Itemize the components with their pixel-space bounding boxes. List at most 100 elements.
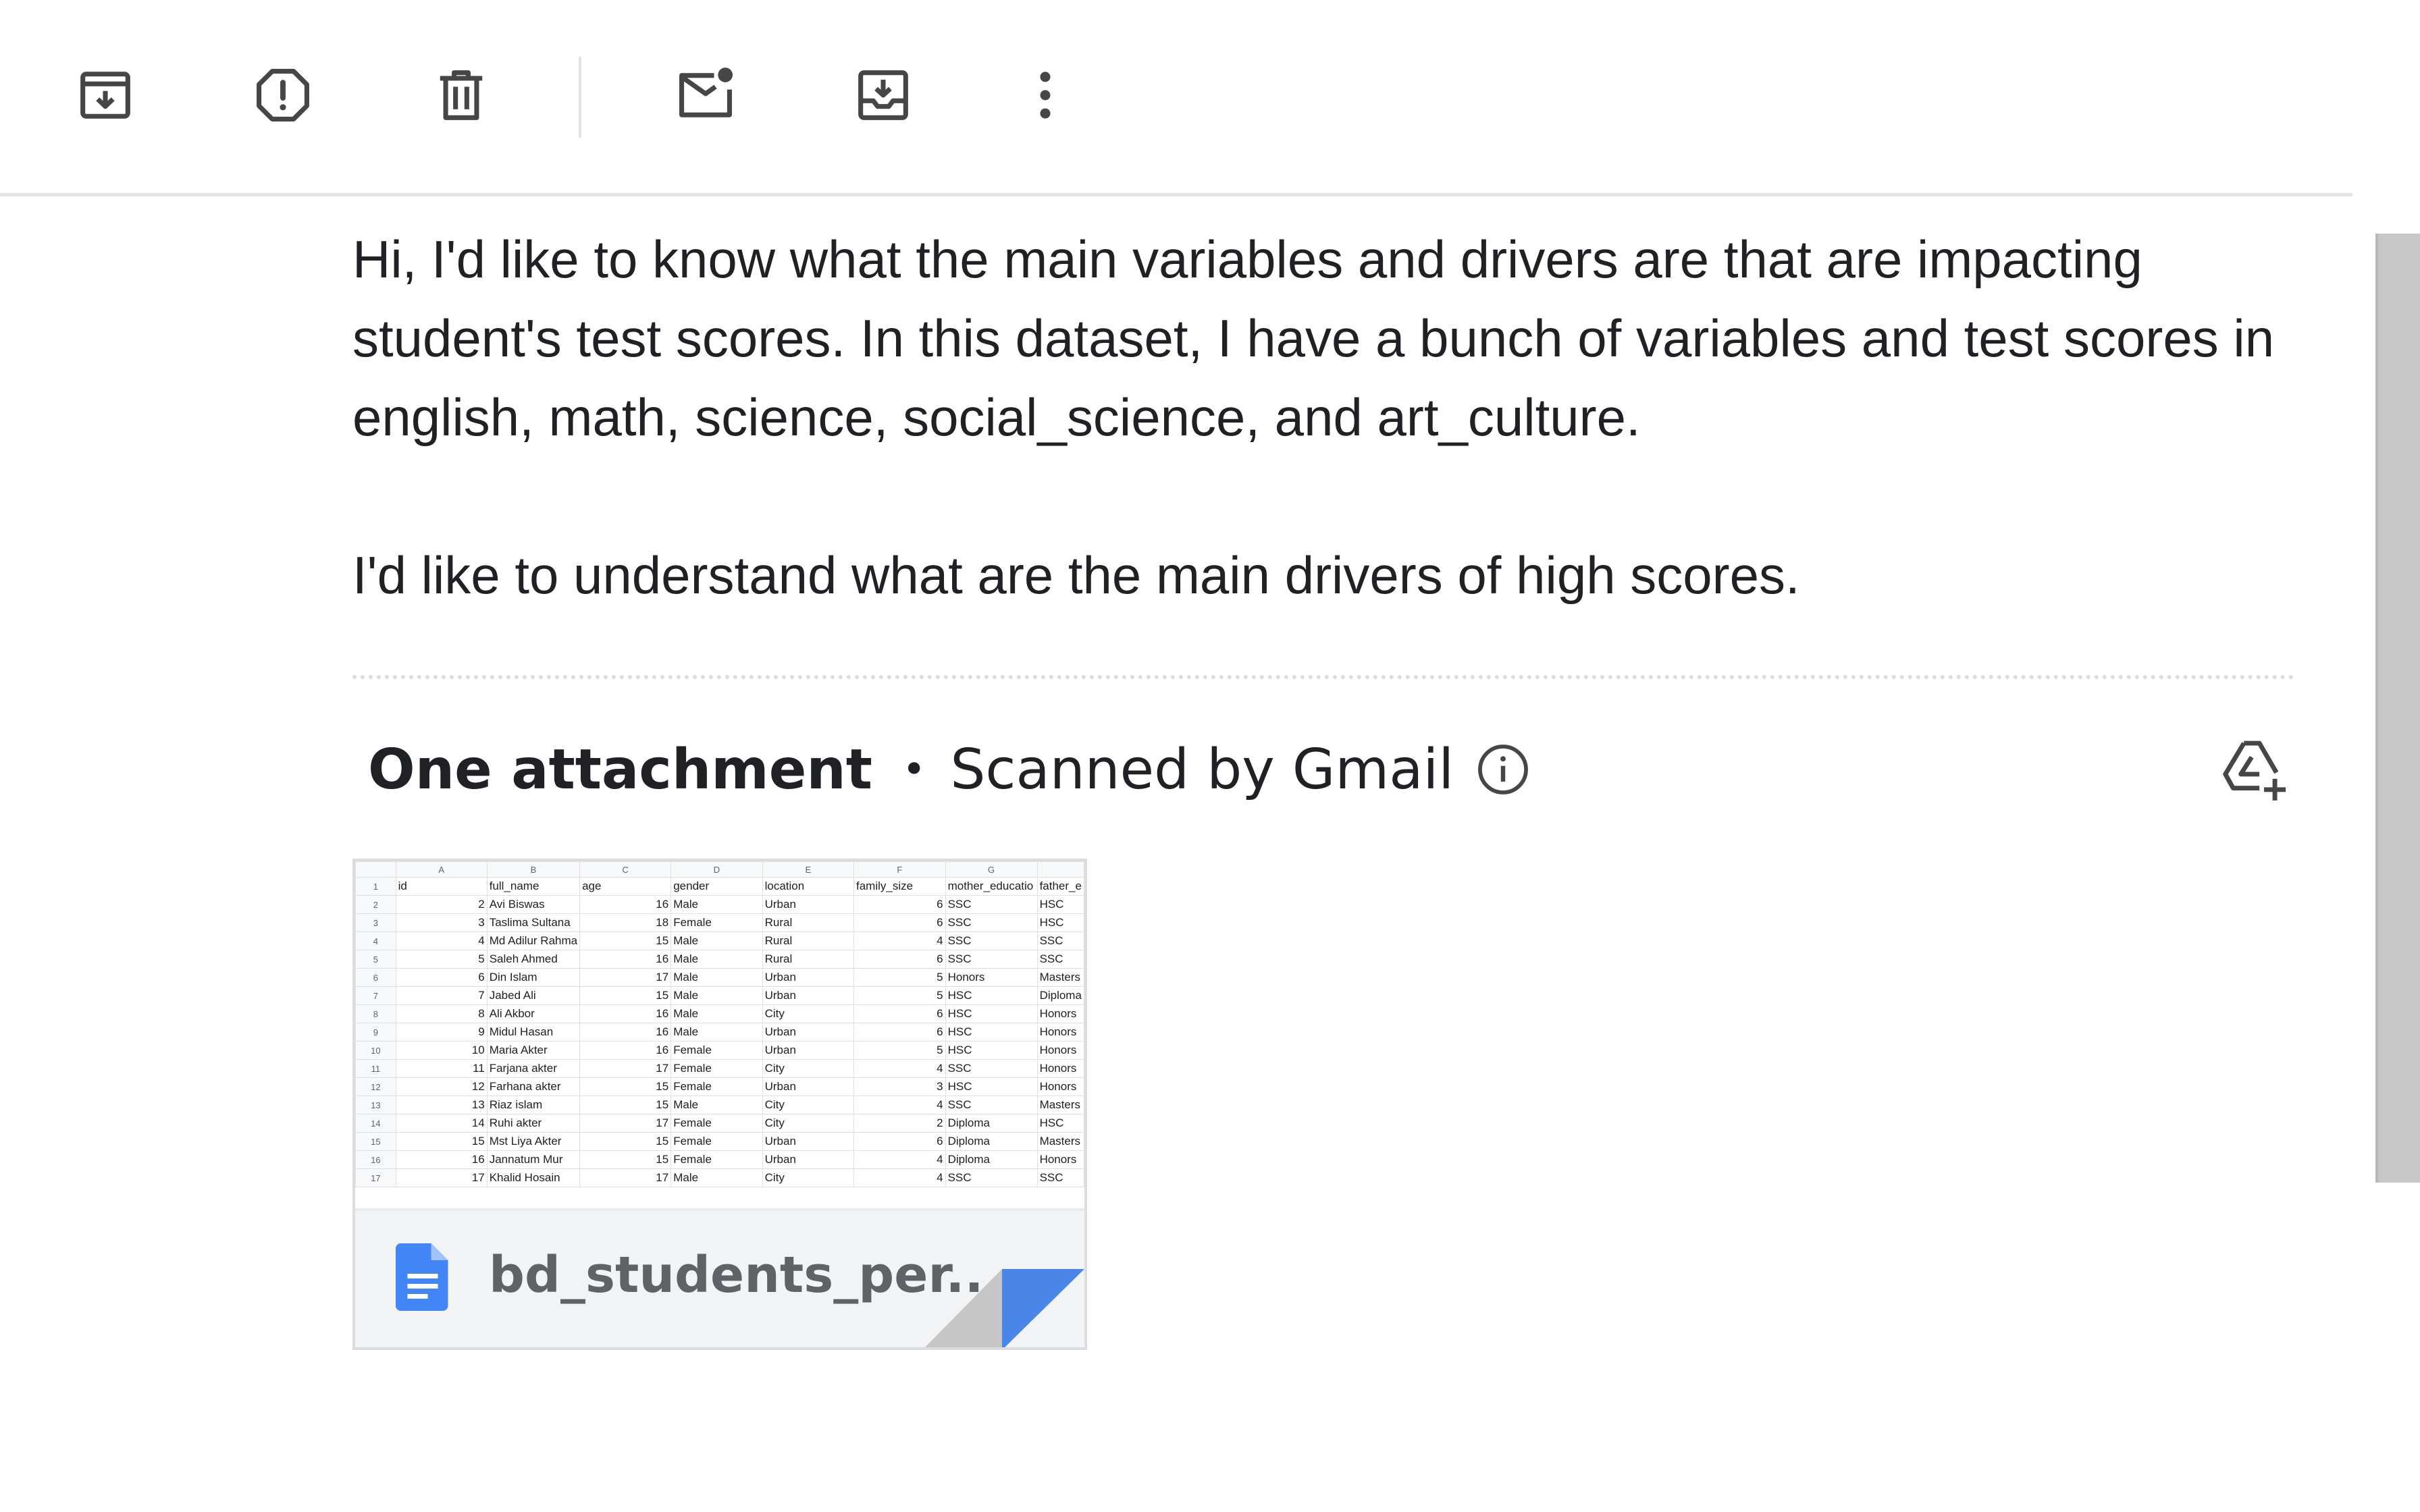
row-number: 3 [355,913,396,932]
table-cell: Khalid Hosain [486,1168,581,1187]
header-cell: father_e [1036,877,1084,896]
header-cell: id [395,877,488,896]
table-cell: Diploma [1036,986,1084,1005]
attachment-preview: ABCDEFG 1 id full_name age gender location fam… [355,861,1084,1208]
table-cell: City [762,1004,854,1023]
table-cell: Honors [1036,1041,1084,1060]
table-cell: Female [670,1059,763,1078]
table-cell: Honors [1036,1023,1084,1042]
table-cell: Female [670,913,763,932]
attachments-title: One attachment [368,737,872,802]
header-cell: location [762,877,854,896]
table-cell: Male [670,986,763,1005]
row-number: 5 [355,950,396,969]
table-cell: Urban [762,1132,854,1151]
table-row: 8 8 Ali Akbor 16 Male City 6 HSC Honors [355,1004,1084,1023]
table-cell: 15 [579,1132,672,1151]
table-row: 4 4 Md Adilur Rahma 15 Male Rural 4 SSC SSC [355,932,1084,950]
report-spam-button[interactable] [246,58,320,132]
table-cell: SSC [945,1168,1038,1187]
table-cell: Male [670,1004,763,1023]
table-cell: 14 [395,1114,488,1133]
table-cell: Rural [762,932,854,950]
scrollbar-thumb[interactable] [2375,234,2420,1183]
add-to-drive-icon [2223,740,2286,801]
file-type-corner [924,1269,1084,1347]
table-cell: HSC [945,1004,1038,1023]
table-cell: SSC [945,932,1038,950]
table-cell: 15 [579,1150,672,1169]
header-cell: family_size [853,877,946,896]
table-cell: Maria Akter [486,1041,581,1060]
table-cell: Saleh Ahmed [486,950,581,969]
table-cell: 6 [853,1004,946,1023]
trash-icon [440,70,483,120]
row-number: 12 [355,1077,396,1096]
table-cell: 2 [395,895,488,914]
message-paragraph: I'd like to understand what are the main… [352,545,1800,605]
table-cell: 6 [853,913,946,932]
archive-button[interactable] [68,58,142,132]
table-cell: Honors [1036,1077,1084,1096]
table-cell: SSC [1036,950,1084,969]
table-cell: 4 [853,932,946,950]
table-cell: Rural [762,913,854,932]
column-letter: B [486,861,581,878]
row-number: 7 [355,986,396,1005]
table-cell: 15 [579,1077,672,1096]
row-number: 10 [355,1041,396,1060]
table-row: 7 7 Jabed Ali 15 Male Urban 5 HSC Diploma [355,986,1084,1005]
header-cell: gender [670,877,763,896]
table-cell: Taslima Sultana [486,913,581,932]
report-spam-icon [257,69,309,122]
table-cell: 17 [579,1168,672,1187]
table-cell: Jannatum Mur [486,1150,581,1169]
table-cell: 5 [853,968,946,987]
table-row: 3 3 Taslima Sultana 18 Female Rural 6 SSC HSC [355,913,1084,932]
table-cell: Female [670,1150,763,1169]
more-vert-icon [1040,72,1051,119]
attachment-card[interactable]: ABCDEFG 1 id full_name age gender location fam… [352,859,1087,1350]
table-cell: Urban [762,968,854,987]
table-cell: Honors [1036,1150,1084,1169]
table-row: 16 16 Jannatum Mur 15 Female Urban 4 Diploma Hon… [355,1150,1084,1169]
table-cell: 10 [395,1041,488,1060]
mark-unread-button[interactable] [668,58,743,132]
table-cell: 6 [853,1132,946,1151]
table-cell: 18 [579,913,672,932]
table-cell: HSC [945,1023,1038,1042]
table-cell: 6 [395,968,488,987]
table-cell: 15 [395,1132,488,1151]
more-options-button[interactable] [1008,58,1082,132]
separator-dot: • [901,746,926,793]
table-row: 11 11 Farjana akter 17 Female City 4 SSC Honors [355,1059,1084,1078]
table-cell: 8 [395,1004,488,1023]
attachments-header: One attachment • Scanned by Gmail [368,732,1532,807]
table-cell: 6 [853,895,946,914]
table-cell: Midul Hasan [486,1023,581,1042]
table-cell: 16 [579,1004,672,1023]
table-cell: SSC [945,895,1038,914]
table-cell: Urban [762,1023,854,1042]
info-icon[interactable] [1474,740,1532,799]
row-number: 9 [355,1023,396,1042]
table-cell: Honors [1036,1059,1084,1078]
column-letter: A [395,861,488,878]
table-cell: 12 [395,1077,488,1096]
move-to-button[interactable] [846,58,920,132]
table-cell: Urban [762,986,854,1005]
row-number: 2 [355,895,396,914]
add-to-drive-button[interactable] [2216,732,2290,807]
scan-note: Scanned by Gmail [950,737,1454,802]
table-cell: 6 [853,950,946,969]
header-row: 1 id full_name age gender location family_size… [355,877,1084,896]
table-cell: Md Adilur Rahma [486,932,581,950]
table-cell: 5 [853,1041,946,1060]
column-letter [1036,861,1084,878]
table-cell: 6 [853,1023,946,1042]
delete-button[interactable] [424,58,498,132]
column-letter: G [945,861,1038,878]
table-cell: 5 [395,950,488,969]
table-cell: 4 [395,932,488,950]
mark-unread-icon [679,68,733,117]
